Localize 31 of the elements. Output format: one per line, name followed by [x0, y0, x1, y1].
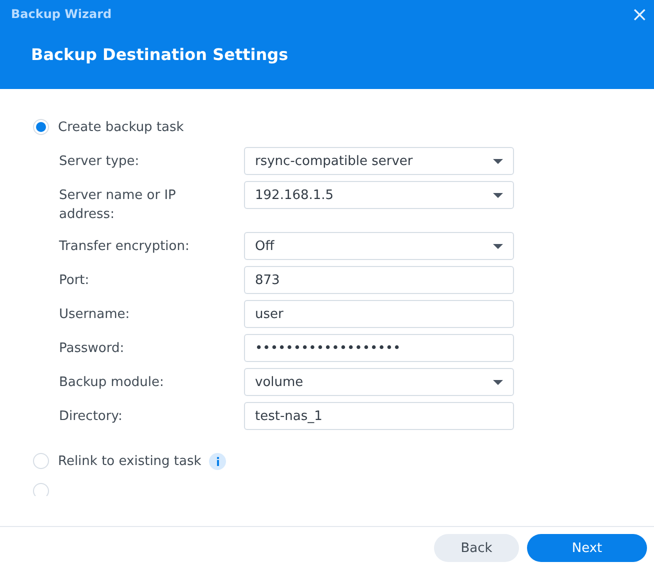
caret-icon — [493, 244, 503, 248]
close-button[interactable]: × — [629, 5, 650, 23]
field-label: Transfer encryption: — [59, 238, 190, 256]
option-label[interactable]: Create backup task — [58, 120, 184, 134]
page-heading: Backup Destination Settings — [30, 44, 290, 64]
field-label: Directory: — [59, 408, 124, 426]
radio-button[interactable] — [33, 119, 49, 135]
dropdown[interactable]: volume — [244, 368, 514, 396]
dropdown[interactable]: rsync-compatible server — [244, 147, 514, 175]
back-button[interactable]: Back — [434, 534, 519, 562]
field-label: Server name or IP address: — [59, 187, 177, 224]
window-title: Backup Wizard — [11, 7, 112, 21]
input-field[interactable]: user — [244, 300, 514, 328]
radio-button[interactable] — [33, 453, 49, 469]
field-label: Username: — [59, 306, 131, 324]
dropdown[interactable]: Off — [244, 232, 514, 260]
field-label: Server type: — [59, 153, 140, 171]
radio-button[interactable] — [33, 483, 49, 496]
field-label: Password: — [59, 340, 126, 358]
field-label: Port: — [59, 272, 90, 290]
input-field[interactable]: test-nas_1 — [244, 402, 514, 430]
next-button[interactable]: Next — [527, 534, 647, 562]
option-label[interactable]: Relink to existing task — [58, 454, 202, 468]
info-icon[interactable] — [209, 452, 226, 470]
caret-icon — [493, 158, 503, 164]
input-field[interactable]: 873 — [244, 266, 514, 294]
caret-icon — [493, 192, 503, 198]
field-label: Backup module: — [59, 374, 165, 392]
caret-icon — [493, 380, 503, 384]
input-field[interactable]: ••••••••••••••••••• — [244, 334, 514, 362]
dropdown[interactable]: 192.168.1.5 — [244, 181, 514, 209]
